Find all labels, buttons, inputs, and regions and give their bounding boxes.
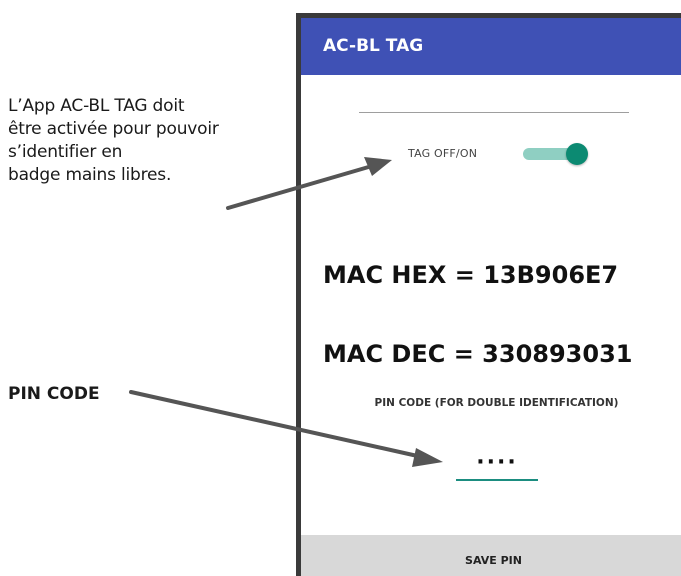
tag-note-line-2: être activée pour pouvoir <box>8 119 219 139</box>
tag-toggle-label: TAG OFF/ON <box>408 147 478 160</box>
tag-note-line-1: L’App AC-BL TAG doit <box>8 96 185 116</box>
divider-line <box>359 112 629 113</box>
switch-thumb[interactable] <box>566 143 588 165</box>
tag-toggle-switch[interactable] <box>521 143 591 165</box>
pin-code-input[interactable] <box>456 445 538 481</box>
phone-screen: AC-BL TAG TAG OFF/ON MAC HEX = 13B906E7 … <box>296 13 681 576</box>
mac-dec-value: MAC DEC = 330893031 <box>323 340 633 368</box>
screenshot-stage: L’App AC-BL TAG doit être activée pour p… <box>0 0 681 576</box>
save-pin-button[interactable]: SAVE PIN <box>301 535 681 576</box>
app-title: AC-BL TAG <box>323 36 424 56</box>
pin-code-note: PIN CODE <box>8 384 100 404</box>
app-bar: AC-BL TAG <box>301 18 681 75</box>
pin-code-caption: PIN CODE (FOR DOUBLE IDENTIFICATION) <box>374 397 619 409</box>
tag-note-line-3: s’identifier en <box>8 142 123 162</box>
tag-note-line-4: badge mains libres. <box>8 165 172 185</box>
tag-activation-note: L’App AC-BL TAG doit être activée pour p… <box>8 95 298 187</box>
mac-hex-value: MAC HEX = 13B906E7 <box>323 261 619 289</box>
